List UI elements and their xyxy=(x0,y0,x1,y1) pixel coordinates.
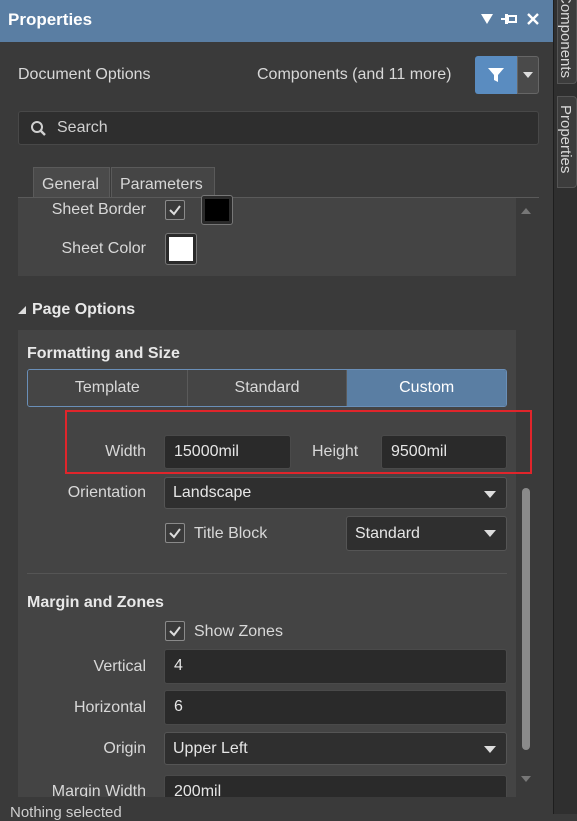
page-options-heading[interactable]: Page Options xyxy=(32,301,135,319)
chevron-down-icon xyxy=(484,491,496,498)
tab-parameters-label: Parameters xyxy=(120,176,203,193)
scroll-up-icon[interactable] xyxy=(521,208,531,214)
title-block-dropdown[interactable]: Standard xyxy=(346,516,507,551)
filter-dropdown-button[interactable] xyxy=(517,56,539,94)
dock-tab-components-label: Components xyxy=(557,0,574,79)
right-dock-strip: Components Properties xyxy=(553,0,577,814)
orientation-value: Landscape xyxy=(173,484,252,501)
segment-standard[interactable]: Standard xyxy=(187,370,348,406)
horizontal-label: Horizontal xyxy=(73,699,146,716)
checkmark-icon xyxy=(169,205,181,216)
filter-icon xyxy=(488,68,504,82)
formatting-size-heading: Formatting and Size xyxy=(27,345,180,362)
chevron-down-icon xyxy=(484,530,496,537)
sheet-color-swatch[interactable] xyxy=(165,233,197,265)
vertical-zones-field[interactable]: 4 xyxy=(164,649,507,684)
section-divider xyxy=(27,573,507,574)
checkmark-icon xyxy=(169,626,181,637)
dock-tab-components[interactable]: Components xyxy=(557,0,577,84)
checkmark-icon xyxy=(169,528,181,539)
size-mode-segmented-control: Template Standard Custom xyxy=(27,369,507,407)
show-zones-label: Show Zones xyxy=(194,623,283,640)
panel-title: Properties xyxy=(8,10,93,29)
origin-dropdown[interactable]: Upper Left xyxy=(164,732,507,765)
panel-menu-icon[interactable] xyxy=(480,12,494,29)
filter-button[interactable] xyxy=(475,56,517,94)
vertical-label: Vertical xyxy=(93,658,146,675)
tab-general-label: General xyxy=(42,176,99,193)
scroll-down-icon[interactable] xyxy=(521,776,531,782)
horizontal-zones-field[interactable]: 6 xyxy=(164,690,507,725)
close-icon[interactable] xyxy=(526,12,540,30)
title-block-label: Title Block xyxy=(194,525,268,542)
dock-tab-properties[interactable]: Properties xyxy=(557,96,577,188)
show-zones-checkbox[interactable] xyxy=(165,621,185,641)
sheet-color-label: Sheet Color xyxy=(61,240,147,257)
segment-template[interactable]: Template xyxy=(28,370,188,406)
origin-value: Upper Left xyxy=(173,740,248,757)
orientation-dropdown[interactable]: Landscape xyxy=(164,477,507,509)
title-block-value: Standard xyxy=(355,525,420,542)
title-block-checkbox[interactable] xyxy=(165,523,185,543)
sheet-border-color-swatch[interactable] xyxy=(201,195,233,225)
scrollbar-thumb[interactable] xyxy=(522,488,530,750)
dock-tab-properties-label: Properties xyxy=(557,105,574,174)
search-icon xyxy=(31,121,46,136)
document-options-label: Document Options xyxy=(18,66,151,83)
tab-parameters[interactable]: Parameters xyxy=(111,167,215,198)
origin-label: Origin xyxy=(103,740,146,757)
selection-filter-label: Components (and 11 more) xyxy=(257,66,452,83)
search-placeholder: Search xyxy=(57,119,108,136)
chevron-down-icon xyxy=(484,746,496,753)
pin-icon[interactable] xyxy=(500,12,518,30)
margin-zones-heading: Margin and Zones xyxy=(27,594,164,611)
tab-general[interactable]: General xyxy=(33,167,110,198)
sheet-border-label: Sheet Border xyxy=(51,201,146,218)
segment-custom[interactable]: Custom xyxy=(347,370,506,406)
chevron-down-icon xyxy=(523,72,533,78)
status-text: Nothing selected xyxy=(10,804,122,821)
orientation-label: Orientation xyxy=(67,484,146,501)
highlight-annotation-box xyxy=(65,410,532,474)
collapse-triangle-icon[interactable] xyxy=(18,306,26,314)
sheet-border-checkbox[interactable] xyxy=(165,200,185,220)
